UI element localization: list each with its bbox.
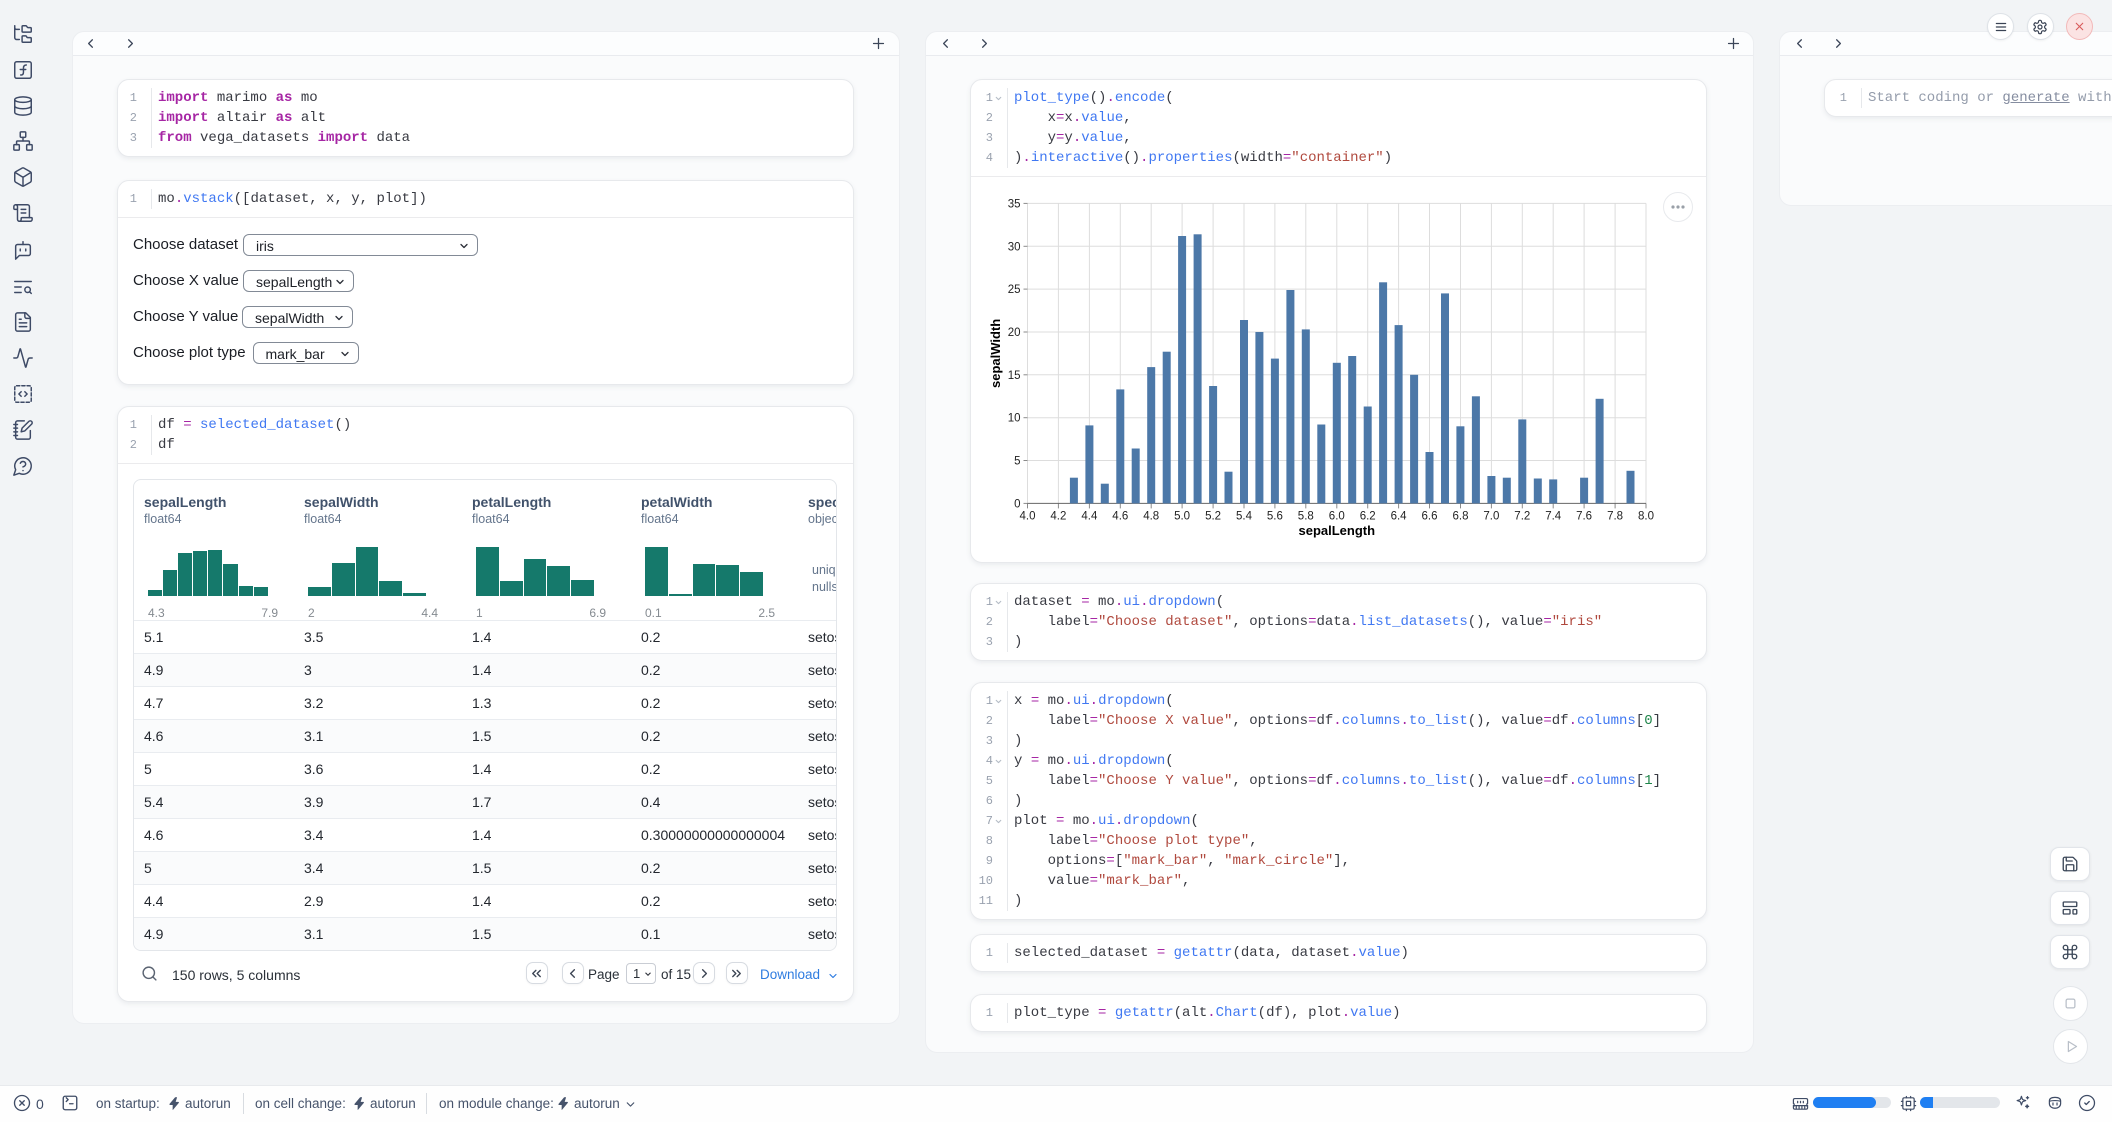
svg-text:6.0: 6.0 <box>1329 510 1345 522</box>
svg-text:6.2: 6.2 <box>1360 510 1376 522</box>
svg-text:sepalWidth: sepalWidth <box>988 319 1003 388</box>
svg-text:5.4: 5.4 <box>1236 510 1253 522</box>
svg-text:5.2: 5.2 <box>1205 510 1221 522</box>
svg-text:5: 5 <box>1014 456 1020 468</box>
svg-text:5.0: 5.0 <box>1174 510 1190 522</box>
svg-text:7.0: 7.0 <box>1483 510 1499 522</box>
svg-text:7.6: 7.6 <box>1576 510 1592 522</box>
svg-text:4.8: 4.8 <box>1143 510 1159 522</box>
svg-text:8.0: 8.0 <box>1638 510 1654 522</box>
svg-text:7.4: 7.4 <box>1545 510 1562 522</box>
svg-text:30: 30 <box>1008 241 1021 253</box>
svg-text:25: 25 <box>1008 284 1021 296</box>
svg-text:7.2: 7.2 <box>1514 510 1530 522</box>
svg-text:4.0: 4.0 <box>1020 510 1036 522</box>
svg-text:0: 0 <box>1014 498 1020 510</box>
svg-text:6.4: 6.4 <box>1391 510 1408 522</box>
svg-text:7.8: 7.8 <box>1607 510 1623 522</box>
svg-text:20: 20 <box>1008 327 1021 339</box>
svg-text:15: 15 <box>1008 370 1021 382</box>
svg-text:5.8: 5.8 <box>1298 510 1314 522</box>
svg-text:sepalLength: sepalLength <box>1299 523 1376 538</box>
svg-text:5.6: 5.6 <box>1267 510 1283 522</box>
svg-text:4.6: 4.6 <box>1112 510 1128 522</box>
svg-text:10: 10 <box>1008 413 1021 425</box>
svg-text:4.2: 4.2 <box>1050 510 1066 522</box>
svg-text:35: 35 <box>1008 198 1021 210</box>
svg-text:6.6: 6.6 <box>1422 510 1438 522</box>
svg-text:4.4: 4.4 <box>1081 510 1098 522</box>
svg-text:6.8: 6.8 <box>1453 510 1469 522</box>
